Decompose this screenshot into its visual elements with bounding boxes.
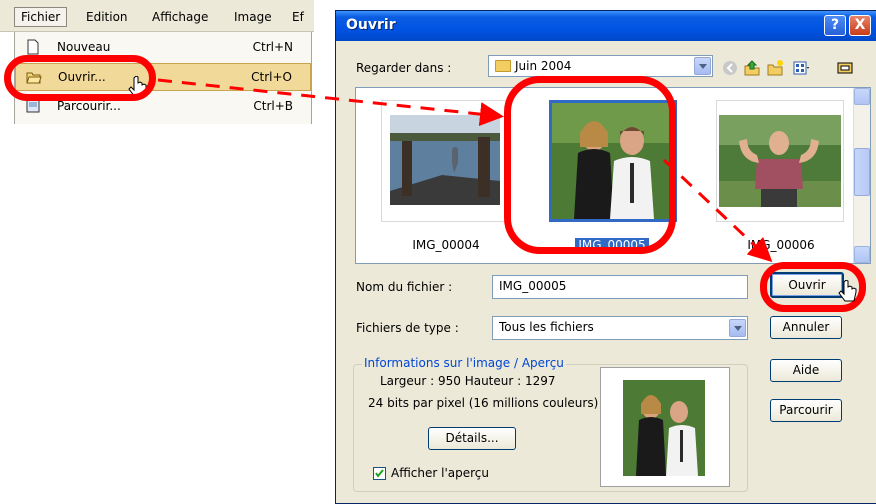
hand-cursor-icon <box>838 280 857 302</box>
annotation-ring-file <box>504 76 676 254</box>
annotation-arrows <box>157 78 773 263</box>
